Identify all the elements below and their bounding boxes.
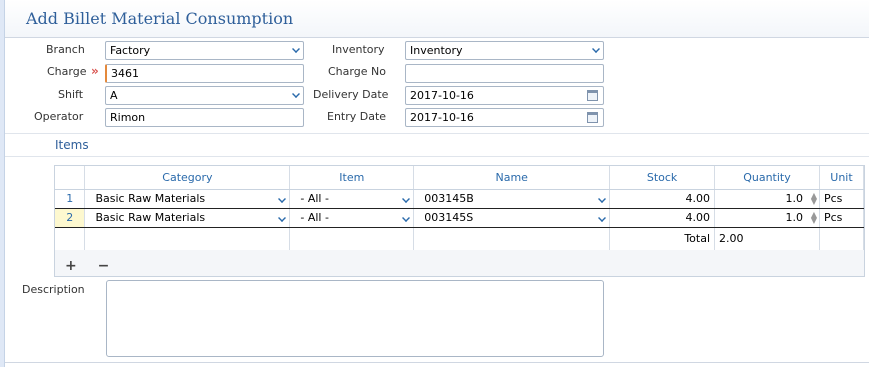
column-header-category[interactable]: Category [84, 166, 291, 190]
empty-cell [413, 227, 611, 250]
left-panel-edge [0, 0, 5, 367]
item-cell[interactable]: - All - [289, 208, 415, 228]
chevron-down-icon[interactable] [278, 213, 287, 222]
description-textarea[interactable] [106, 280, 604, 357]
operator-input[interactable]: Rimon [105, 108, 304, 127]
page-title: Add Billet Material Consumption [26, 9, 294, 28]
table-row[interactable]: 2 Basic Raw Materials - All - 003145S 4.… [55, 208, 865, 228]
divider [5, 156, 869, 157]
quantity-cell[interactable]: 1.0 ▲ ▼ [714, 189, 820, 209]
name-cell[interactable]: 003145S [413, 208, 611, 228]
empty-cell [819, 227, 865, 250]
chevron-down-icon[interactable] [598, 194, 607, 203]
calendar-icon[interactable] [587, 90, 598, 101]
category-value: Basic Raw Materials [95, 192, 206, 205]
inventory-select[interactable]: Inventory [405, 41, 604, 60]
inventory-label: Inventory [332, 43, 385, 56]
column-header-quantity[interactable]: Quantity [714, 166, 820, 190]
chevron-down-icon[interactable] [402, 194, 411, 203]
items-grid: Category Item Name Stock Quantity Unit 1… [54, 165, 865, 277]
quantity-cell[interactable]: 1.0 ▲ ▼ [714, 208, 820, 228]
shift-select[interactable]: A [105, 86, 304, 105]
table-header-row: Category Item Name Stock Quantity Unit [55, 166, 865, 190]
column-header-unit[interactable]: Unit [819, 166, 865, 190]
item-value: - All - [300, 192, 329, 205]
delivery-date-value: 2017-10-16 [410, 89, 474, 102]
chevron-down-icon[interactable] [402, 213, 411, 222]
total-value: 2.00 [714, 227, 820, 250]
divider [5, 133, 869, 134]
required-marker-icon: » [91, 64, 99, 78]
charge-label: Charge [47, 65, 87, 78]
quantity-value: 1.0 [785, 211, 803, 224]
spinner-icon[interactable]: ▲ ▼ [811, 191, 817, 205]
total-row: Total 2.00 [55, 227, 865, 250]
column-header-item[interactable]: Item [289, 166, 415, 190]
charge-input[interactable]: 3461 [105, 64, 304, 83]
empty-cell [84, 227, 291, 250]
empty-cell [289, 227, 415, 250]
chevron-down-icon[interactable] [592, 45, 600, 53]
item-value: - All - [300, 211, 329, 224]
spinner-icon[interactable]: ▲ ▼ [811, 210, 817, 224]
row-number: 2 [55, 208, 86, 228]
row-number: 1 [55, 189, 86, 209]
row-number-header [55, 166, 86, 190]
column-header-name[interactable]: Name [413, 166, 611, 190]
items-table: Category Item Name Stock Quantity Unit 1… [55, 166, 865, 250]
delivery-date-input[interactable]: 2017-10-16 [405, 86, 604, 105]
items-section-title: Items [55, 138, 89, 152]
entry-date-input[interactable]: 2017-10-16 [405, 108, 604, 127]
calendar-icon[interactable] [587, 112, 598, 123]
unit-cell: Pcs [819, 189, 865, 209]
operator-label: Operator [34, 110, 84, 123]
operator-value: Rimon [110, 111, 146, 124]
name-cell[interactable]: 003145B [413, 189, 611, 209]
chevron-down-icon[interactable] [598, 213, 607, 222]
charge-no-label: Charge No [328, 65, 386, 78]
shift-label: Shift [58, 88, 84, 101]
branch-label: Branch [46, 43, 85, 56]
inventory-value: Inventory [410, 44, 463, 57]
item-cell[interactable]: - All - [289, 189, 415, 209]
category-cell[interactable]: Basic Raw Materials [84, 208, 291, 228]
branch-value: Factory [110, 44, 151, 57]
category-value: Basic Raw Materials [95, 211, 206, 224]
total-label: Total [609, 227, 716, 250]
empty-cell [55, 227, 86, 250]
stock-cell: 4.00 [609, 208, 716, 228]
chevron-down-icon[interactable] [278, 194, 287, 203]
stock-cell: 4.00 [609, 189, 716, 209]
description-label: Description [22, 283, 85, 296]
chevron-down-icon[interactable] [292, 90, 300, 98]
add-row-button[interactable]: + [65, 258, 77, 274]
divider [5, 362, 869, 363]
window-titlebar: Add Billet Material Consumption [5, 0, 869, 38]
category-cell[interactable]: Basic Raw Materials [84, 189, 291, 209]
remove-row-button[interactable]: − [98, 258, 110, 274]
delivery-date-label: Delivery Date [313, 88, 389, 101]
column-header-stock[interactable]: Stock [609, 166, 716, 190]
chevron-down-icon[interactable] [292, 45, 300, 53]
quantity-value: 1.0 [785, 192, 803, 205]
name-value: 003145B [424, 192, 474, 205]
name-value: 003145S [424, 211, 474, 224]
branch-select[interactable]: Factory [105, 41, 304, 60]
entry-date-value: 2017-10-16 [410, 111, 474, 124]
table-row[interactable]: 1 Basic Raw Materials - All - 003145B 4.… [55, 189, 865, 209]
charge-value: 3461 [111, 67, 139, 80]
unit-cell: Pcs [819, 208, 865, 228]
shift-value: A [110, 89, 118, 102]
entry-date-label: Entry Date [327, 110, 387, 123]
charge-no-input[interactable] [405, 64, 604, 83]
grid-toolbar: + − [65, 258, 125, 274]
